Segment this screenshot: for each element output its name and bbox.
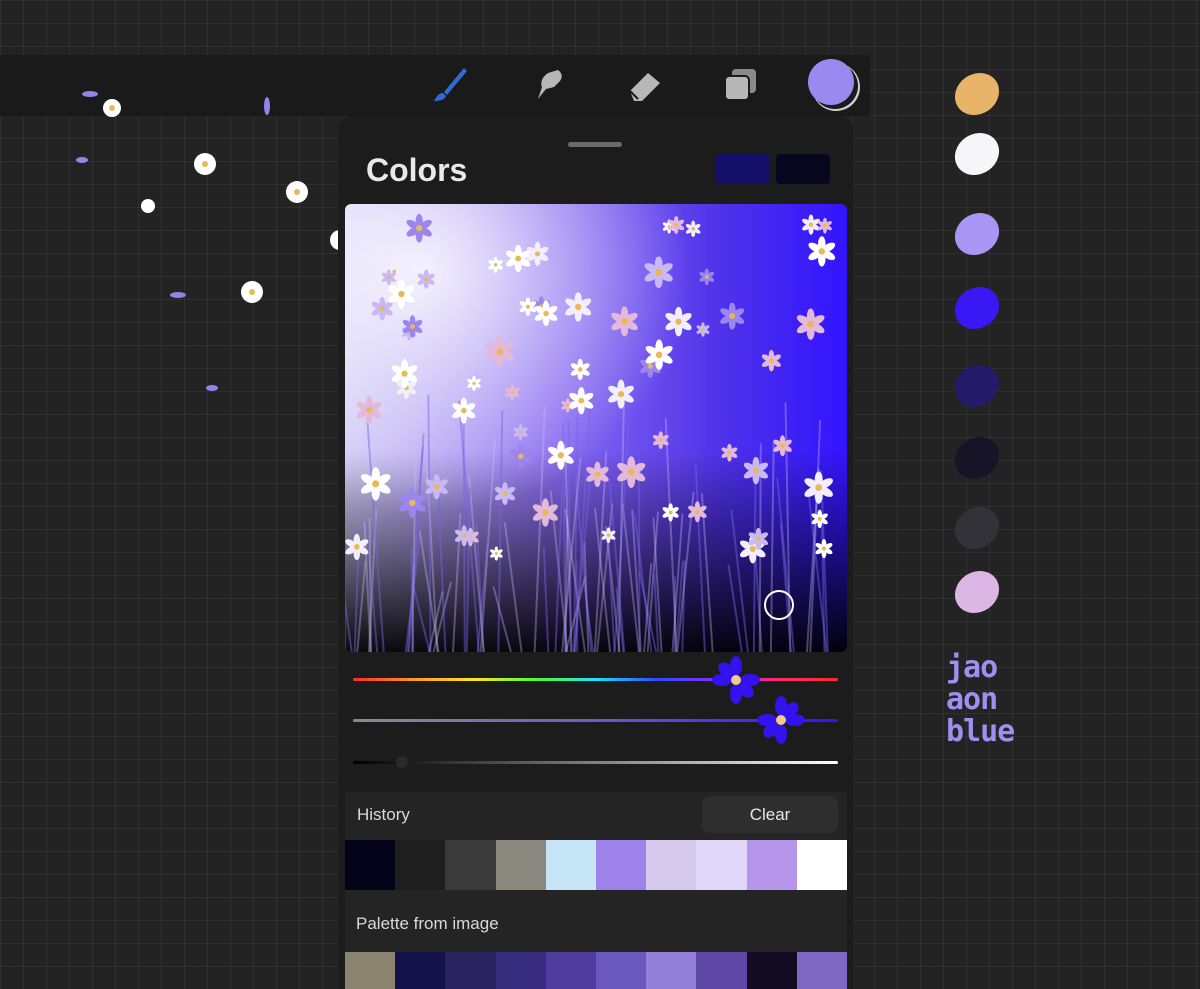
panel-title: Colors xyxy=(366,152,468,188)
history-swatches xyxy=(345,840,848,890)
history-swatch[interactable] xyxy=(796,840,848,890)
hue-slider[interactable] xyxy=(353,678,838,681)
history-swatch[interactable] xyxy=(646,840,697,890)
reference-stroke xyxy=(946,498,1008,558)
reference-stroke xyxy=(946,428,1008,488)
history-swatch[interactable] xyxy=(495,840,546,890)
eraser-tool-button[interactable] xyxy=(622,63,666,107)
brightness-slider-knob[interactable] xyxy=(396,756,408,768)
layers-icon xyxy=(724,69,756,101)
hue-slider-knob[interactable] xyxy=(712,656,760,704)
clear-history-button[interactable]: Clear xyxy=(702,796,838,833)
history-swatch[interactable] xyxy=(345,840,396,890)
reference-stroke xyxy=(946,204,1008,264)
color-picker-artwork[interactable] xyxy=(345,204,847,652)
reference-stroke xyxy=(946,124,1008,184)
signature-line: jao xyxy=(946,650,998,685)
palette-swatches xyxy=(345,952,848,989)
palette-swatch[interactable] xyxy=(445,952,496,989)
layers-tool-button[interactable] xyxy=(718,63,762,107)
palette-swatch[interactable] xyxy=(746,952,797,989)
primary-color-swatch[interactable] xyxy=(716,154,770,184)
secondary-color-swatch[interactable] xyxy=(776,154,830,184)
history-swatch[interactable] xyxy=(545,840,597,890)
palette-swatch[interactable] xyxy=(345,952,396,989)
canvas-flowers xyxy=(76,91,340,391)
smudge-tool-button[interactable] xyxy=(526,63,570,107)
signature-line: aon xyxy=(946,682,998,717)
history-swatch[interactable] xyxy=(696,840,747,890)
palette-swatch[interactable] xyxy=(696,952,747,989)
history-swatch[interactable] xyxy=(746,840,797,890)
artist-signature: jao aon blue xyxy=(946,652,1018,748)
palette-swatch[interactable] xyxy=(495,952,546,989)
reference-stroke xyxy=(946,278,1008,338)
brush-tool-button[interactable] xyxy=(428,63,472,107)
smudge-icon xyxy=(538,70,562,99)
history-swatch[interactable] xyxy=(596,840,647,890)
palette-label: Palette from image xyxy=(356,914,499,933)
saturation-slider-knob[interactable] xyxy=(757,696,805,744)
reference-stroke xyxy=(946,562,1008,622)
palette-swatch[interactable] xyxy=(796,952,848,989)
meadow-flowers xyxy=(345,213,836,652)
palette-swatch[interactable] xyxy=(596,952,647,989)
history-swatch[interactable] xyxy=(395,840,446,890)
reference-stroke xyxy=(946,356,1008,416)
brush-icon xyxy=(434,68,467,101)
palette-swatch[interactable] xyxy=(646,952,697,989)
reference-stroke xyxy=(946,64,1008,124)
history-label: History xyxy=(357,805,410,824)
palette-swatch[interactable] xyxy=(395,952,446,989)
panel-grabber[interactable] xyxy=(568,142,622,147)
eraser-icon xyxy=(629,73,660,101)
color-selector-ring[interactable] xyxy=(764,590,794,620)
history-swatch[interactable] xyxy=(445,840,496,890)
signature-line: blue xyxy=(946,714,1015,749)
palette-swatch[interactable] xyxy=(545,952,597,989)
current-color-button[interactable] xyxy=(808,59,854,105)
brightness-slider[interactable] xyxy=(353,761,838,764)
